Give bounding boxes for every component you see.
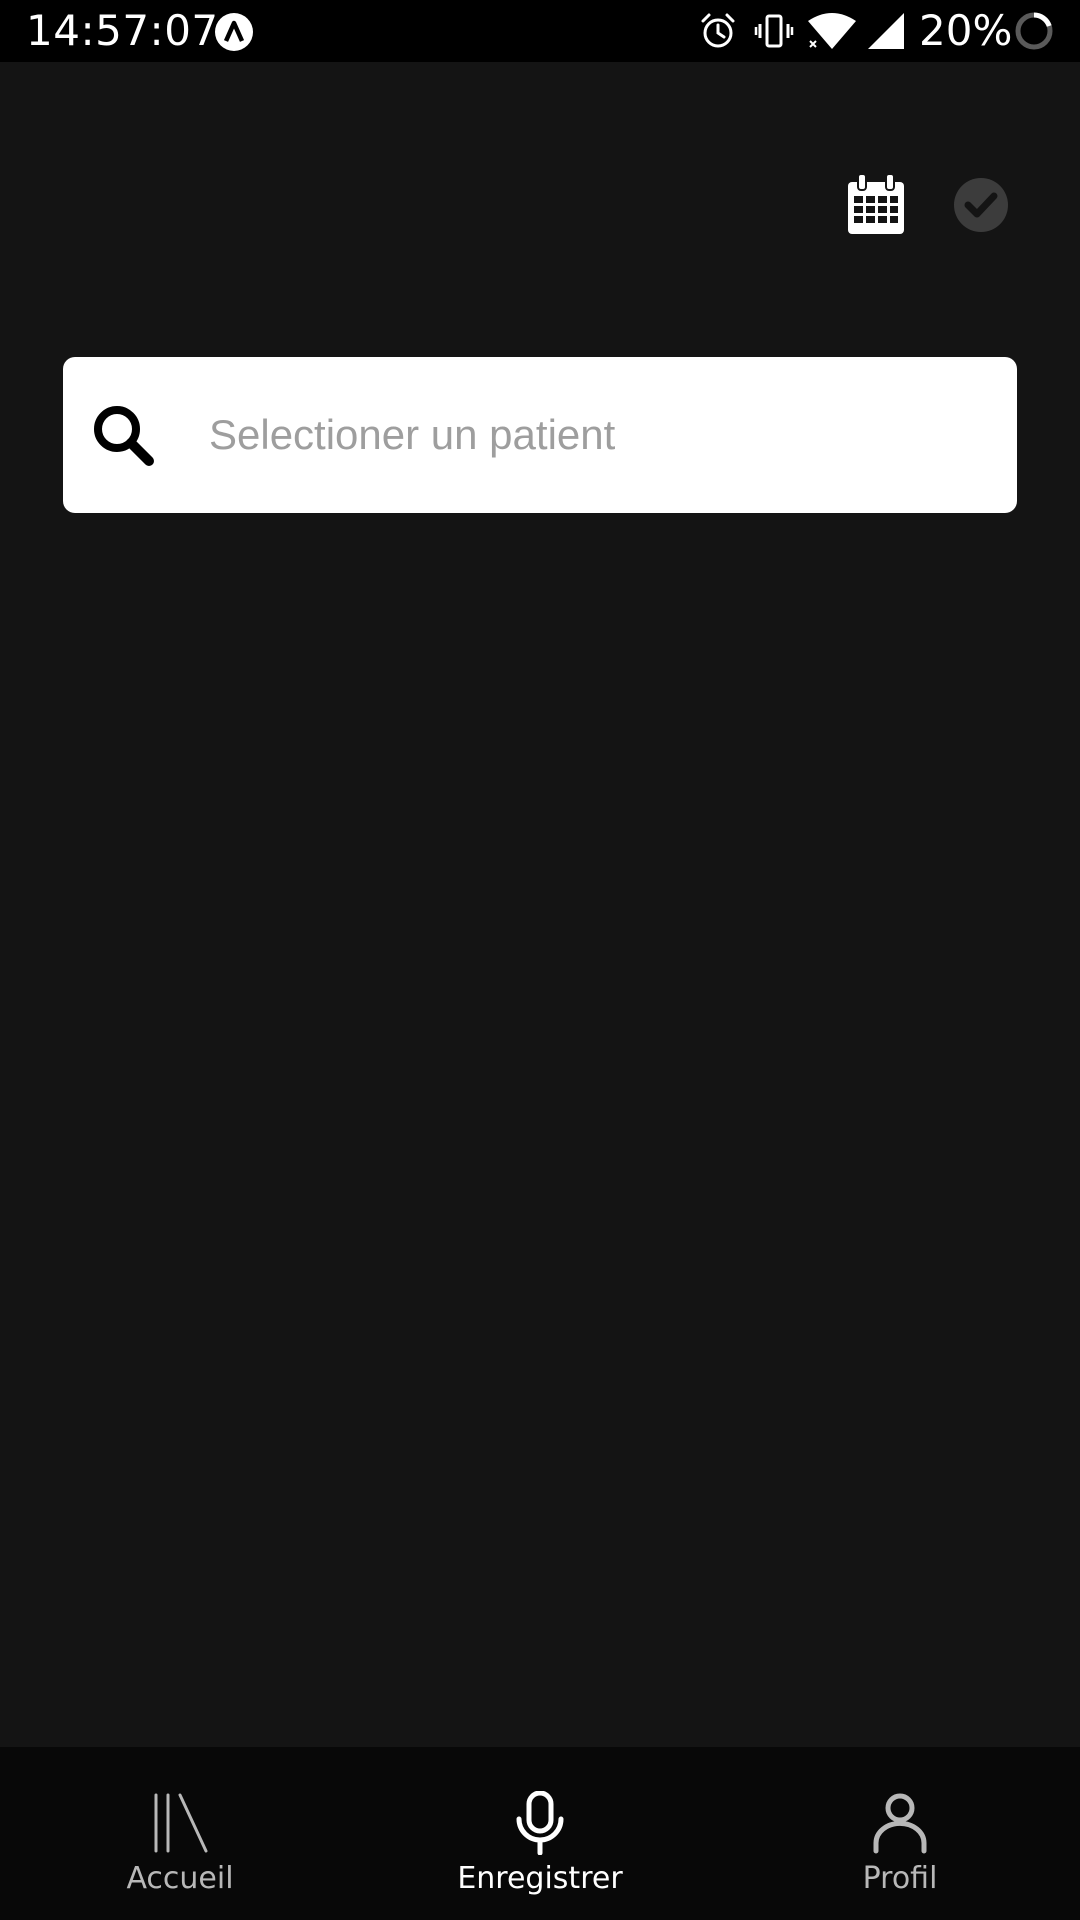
check-circle-icon[interactable] bbox=[953, 177, 1009, 233]
alarm-icon bbox=[701, 13, 735, 48]
nav-label-profil: Profil bbox=[862, 1861, 938, 1896]
cell-signal-icon bbox=[868, 13, 904, 49]
wifi-icon bbox=[808, 13, 856, 49]
bottom-nav: Accueil Enregistrer Profil bbox=[0, 1747, 1080, 1920]
status-time: 14:57:07 bbox=[26, 6, 219, 55]
search-icon bbox=[94, 406, 154, 466]
nav-item-profil[interactable]: Profil bbox=[720, 1747, 1080, 1920]
nav-label-enregistrer: Enregistrer bbox=[457, 1861, 623, 1896]
vibrate-icon bbox=[754, 14, 794, 48]
nav-label-accueil: Accueil bbox=[126, 1861, 234, 1896]
calendar-icon[interactable] bbox=[846, 172, 906, 236]
battery-percent: 20% bbox=[919, 6, 1013, 55]
library-icon bbox=[154, 1793, 208, 1853]
nav-item-enregistrer[interactable]: Enregistrer bbox=[360, 1747, 720, 1920]
nav-item-accueil[interactable]: Accueil bbox=[0, 1747, 360, 1920]
patient-search-box[interactable] bbox=[63, 357, 1017, 513]
app-notification-icon bbox=[215, 13, 253, 51]
person-icon bbox=[873, 1793, 927, 1854]
microphone-icon bbox=[516, 1791, 564, 1855]
patient-search-input[interactable] bbox=[209, 385, 989, 485]
status-bar: 14:57:07 20% bbox=[0, 0, 1080, 62]
battery-icon bbox=[1015, 12, 1053, 50]
